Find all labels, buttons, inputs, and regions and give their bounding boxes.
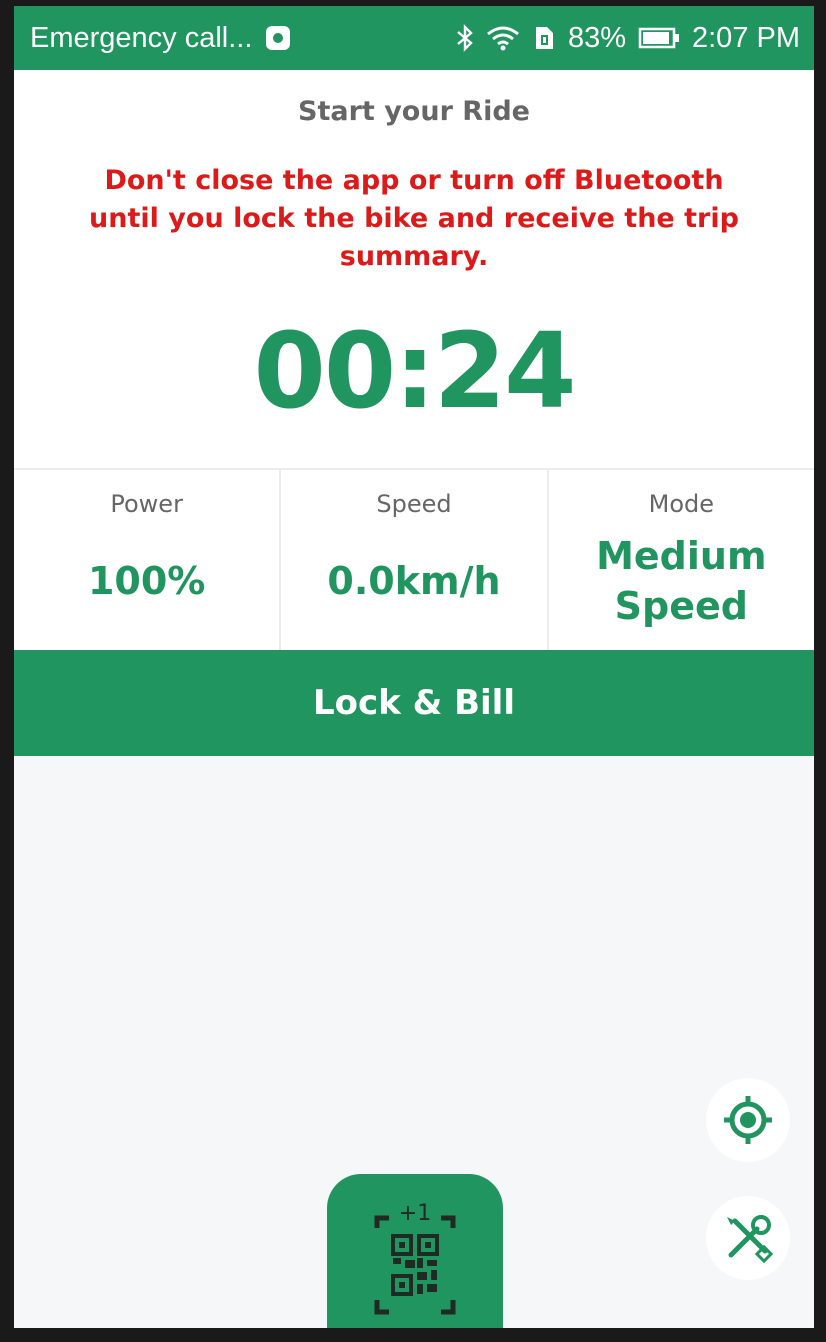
lock-and-bill-button[interactable]: Lock & Bill <box>14 650 814 756</box>
stat-label: Mode <box>648 490 715 518</box>
ride-timer: 00:24 <box>253 310 576 432</box>
stat-value: 100% <box>87 559 206 603</box>
status-bar: Emergency call... 83% 2:07 PM <box>14 6 814 70</box>
stat-speed: Speed 0.0km/h <box>279 470 546 652</box>
bluetooth-icon <box>456 24 474 52</box>
ride-header: Start your Ride Don't close the app or t… <box>14 70 814 468</box>
wifi-icon <box>486 25 520 51</box>
ride-stats: Power 100% Speed 0.0km/h Mode Medium Spe… <box>14 468 814 652</box>
notification-icon <box>266 26 291 50</box>
locate-button[interactable] <box>706 1078 790 1162</box>
tools-icon <box>727 1215 774 1264</box>
stat-value: Medium Speed <box>596 534 767 628</box>
sim-card-icon <box>532 25 556 51</box>
battery-icon <box>638 26 680 50</box>
tools-button[interactable] <box>706 1196 790 1280</box>
stat-value: 0.0km/h <box>327 559 501 603</box>
carrier-text: Emergency call... <box>30 21 253 54</box>
warning-message: Don't close the app or turn off Bluetoot… <box>89 165 739 272</box>
clock-time: 2:07 PM <box>692 21 800 54</box>
scan-unlock-button[interactable]: +1 <box>327 1174 503 1328</box>
qr-scan-icon: +1 <box>374 1201 456 1315</box>
stat-label: Speed <box>376 490 452 518</box>
stat-label: Power <box>110 490 183 518</box>
scan-badge: +1 <box>399 1201 431 1226</box>
page-title: Start your Ride <box>298 96 530 127</box>
app-screen: Emergency call... 83% 2:07 PM Start your… <box>14 6 814 1328</box>
stat-mode: Mode Medium Speed <box>546 470 814 652</box>
battery-percent: 83% <box>567 21 626 54</box>
locate-icon <box>724 1096 772 1144</box>
stat-power: Power 100% <box>14 470 279 652</box>
